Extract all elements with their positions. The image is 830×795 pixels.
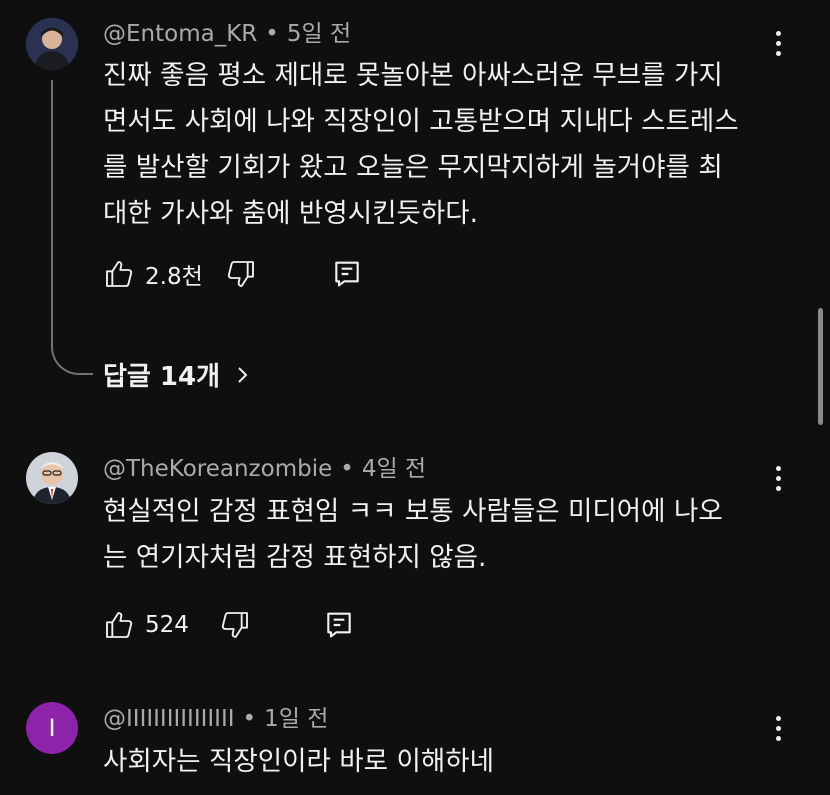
dislike-button[interactable] <box>225 258 257 290</box>
replies-label: 답글 14개 <box>103 362 220 392</box>
meta-separator: • <box>340 456 354 482</box>
chevron-right-icon <box>238 366 248 383</box>
comment-text: 사회자는 직장인이라 바로 이해하네 <box>103 739 773 785</box>
like-button[interactable]: 524 <box>103 609 189 641</box>
author-handle[interactable]: @Entoma_KR <box>103 21 257 47</box>
comment-text: 현실적인 감정 표현임 ㅋㅋ 보통 사람들은 미디어에 나오 는 연기자처럼 감… <box>103 489 773 581</box>
avatar-image <box>26 18 78 70</box>
more-vert-icon-dot <box>776 51 781 56</box>
avatar[interactable] <box>26 452 78 504</box>
avatar-letter: I <box>48 714 56 742</box>
more-vert-icon-dot <box>776 466 781 471</box>
reply-button[interactable] <box>331 258 363 290</box>
thumbs-down-icon <box>227 261 254 287</box>
comment-time: 1일 전 <box>264 706 329 732</box>
more-vert-icon-dot <box>776 736 781 741</box>
comment-line: 진짜 좋음 평소 제대로 못놀아본 아싸스러운 무브를 가지 <box>103 60 723 91</box>
avatar[interactable]: I <box>26 702 78 754</box>
meta-separator: • <box>265 21 279 47</box>
more-vert-icon-dot <box>776 716 781 721</box>
like-count: 2.8천 <box>145 264 203 290</box>
reply-button[interactable] <box>323 609 355 641</box>
comment-line: 를 발산할 기회가 왔고 오늘은 무지막지하게 놀거야를 최 <box>103 152 723 183</box>
comment-actions: 2.8천 <box>103 256 363 292</box>
replies-button[interactable]: 답글 14개 <box>103 356 254 393</box>
scrollbar[interactable] <box>818 308 823 425</box>
comment-time: 4일 전 <box>361 456 427 482</box>
dislike-button[interactable] <box>219 609 251 641</box>
thumbs-down-icon <box>221 612 248 638</box>
comment-actions: 524 <box>103 607 355 643</box>
more-vert-icon-dot <box>776 41 781 46</box>
like-button[interactable]: 2.8천 <box>103 257 203 291</box>
comment-line: 면서도 사회에 나와 직장인이 고통받으며 지내다 스트레스 <box>103 106 739 137</box>
comment-line: 현실적인 감정 표현임 ㅋㅋ 보통 사람들은 미디어에 나오 <box>103 496 723 527</box>
reply-icon <box>335 261 359 287</box>
avatar[interactable] <box>26 18 78 70</box>
comment-text: 진짜 좋음 평소 제대로 못놀아본 아싸스러운 무브를 가지 면서도 사회에 나… <box>103 53 773 237</box>
comment-meta: @Entoma_KR • 5일 전 <box>103 19 351 49</box>
reply-icon <box>327 612 351 638</box>
more-vert-icon-dot <box>776 476 781 481</box>
comment-line: 사회자는 직장인이라 바로 이해하네 <box>103 746 494 777</box>
more-vert-icon-dot <box>776 31 781 36</box>
author-handle[interactable]: @TheKoreanzombie <box>103 456 332 482</box>
thumbs-up-icon <box>106 261 133 287</box>
more-vert-icon-dot <box>776 486 781 491</box>
meta-separator: • <box>242 706 257 732</box>
like-count: 524 <box>145 612 189 638</box>
more-vert-icon-dot <box>776 726 781 731</box>
comment-line: 대한 가사와 춤에 반영시킨듯하다. <box>103 198 479 229</box>
comment-meta: @TheKoreanzombie • 4일 전 <box>103 454 426 484</box>
comment-time: 5일 전 <box>286 21 352 47</box>
thumbs-up-icon <box>106 612 133 638</box>
avatar-image <box>26 452 78 504</box>
comment-meta: @IIIIIIIIIIIIIIII • 1일 전 <box>103 704 328 734</box>
author-handle[interactable]: @IIIIIIIIIIIIIIII <box>103 706 235 732</box>
comment-line: 는 연기자처럼 감정 표현하지 않음. <box>103 542 487 573</box>
reply-thread-line <box>51 80 93 375</box>
